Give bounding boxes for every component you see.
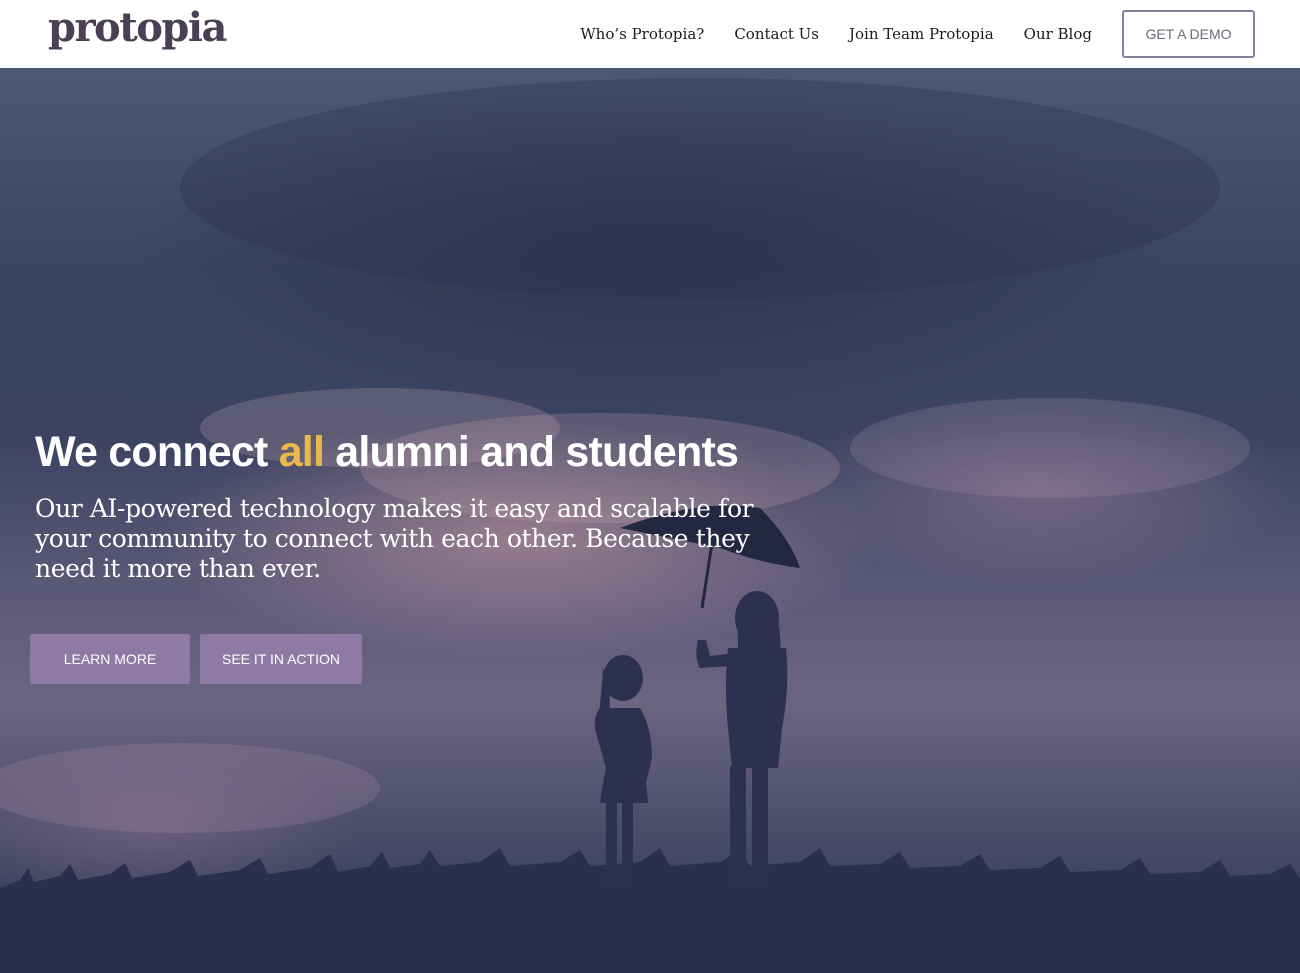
nav-item-join-team[interactable]: Join Team Protopia [849,25,994,43]
child-silhouette [594,655,652,886]
hero-section: We connect all alumni and students Our A… [0,68,1300,973]
older-child-silhouette [696,591,788,886]
see-it-in-action-button[interactable]: SEE IT IN ACTION [200,634,362,684]
get-a-demo-button[interactable]: GET A DEMO [1122,10,1255,58]
ground-grass [0,848,1300,973]
cloud-wisp [0,743,380,833]
nav-item-whos-protopia[interactable]: Who’s Protopia? [580,25,704,43]
protopia-logo[interactable]: protopia [48,4,227,52]
headline-text-start: We connect [35,428,279,476]
learn-more-button[interactable]: LEARN MORE [30,634,190,684]
headline-text-end: alumni and students [324,428,739,476]
cloud-dark [180,78,1220,298]
hero-subtext: Our AI-powered technology makes it easy … [35,494,754,583]
cloud-wisp [850,398,1250,498]
hero-headline: We connect all alumni and students [35,426,739,478]
site-header: protopia Who’s Protopia? Contact Us Join… [0,0,1300,68]
nav-item-our-blog[interactable]: Our Blog [1024,25,1092,43]
main-nav: Who’s Protopia? Contact Us Join Team Pro… [580,0,1300,68]
nav-item-contact-us[interactable]: Contact Us [734,25,819,43]
headline-highlight: all [278,428,325,476]
